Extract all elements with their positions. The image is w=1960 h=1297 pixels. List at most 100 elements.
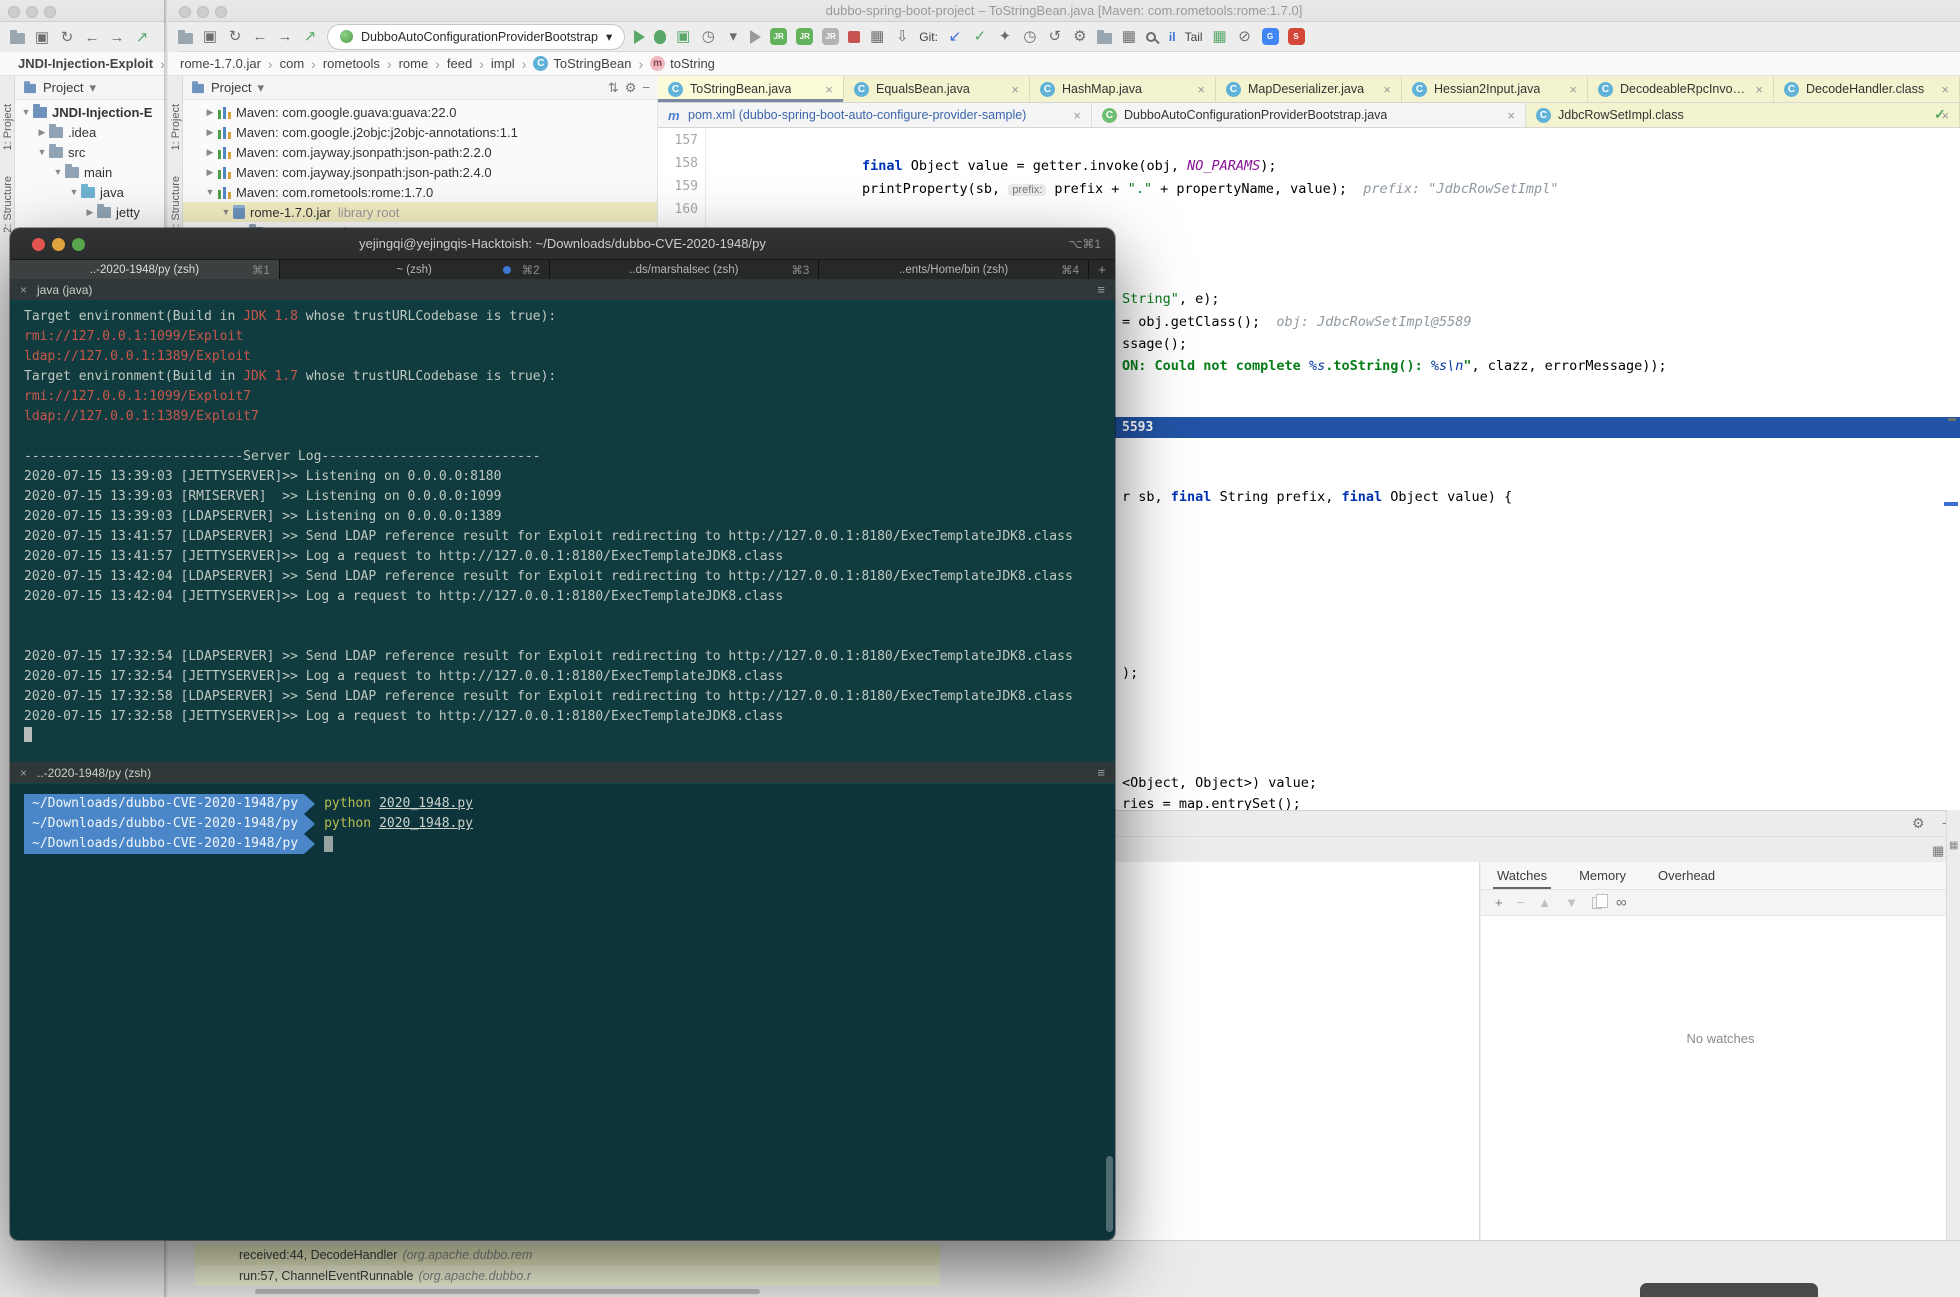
- recent-icon[interactable]: ◷: [1022, 29, 1038, 44]
- close-icon[interactable]: ×: [1383, 82, 1391, 97]
- tree-arrow-icon[interactable]: ▼: [219, 207, 233, 217]
- remove-watch-button[interactable]: −: [1517, 895, 1525, 910]
- tree-item[interactable]: ▼ JNDI-Injection-E: [15, 102, 166, 122]
- zoom-button[interactable]: [215, 6, 227, 18]
- download-sources-icon[interactable]: ⇩: [894, 29, 910, 44]
- chevron-down-icon[interactable]: ▾: [89, 80, 96, 96]
- debug-tab-icon[interactable]: ▦: [1949, 840, 1958, 851]
- terminal-tab[interactable]: ..-2020-1948/py (zsh) ⌘1: [10, 260, 280, 279]
- hide-panel-icon[interactable]: −: [642, 80, 650, 95]
- tool-button-project[interactable]: 1: Project: [2, 104, 14, 150]
- terminal-pane2-header[interactable]: × ..-2020-1948/py (zsh) ≡: [10, 762, 1115, 784]
- project-panel-header[interactable]: Project ▾ ⇅ ⚙ −: [183, 76, 658, 100]
- breadcrumb-item[interactable]: m toString: [650, 56, 715, 71]
- close-icon[interactable]: ×: [1073, 108, 1081, 123]
- scroll-to-source-icon[interactable]: ⇅: [608, 80, 619, 96]
- save-icon[interactable]: ▣: [34, 30, 50, 45]
- plugin-icon[interactable]: il: [1169, 30, 1176, 44]
- jump-to-source-icon[interactable]: ↗: [134, 30, 150, 45]
- breadcrumb-item[interactable]: rome-1.7.0.jar: [180, 56, 261, 71]
- editor-tab[interactable]: m pom.xml (dubbo-spring-boot-auto-configu…: [658, 103, 1092, 127]
- watches-panel[interactable]: No watches: [1481, 916, 1960, 1240]
- tree-item[interactable]: ▶ Maven: com.google.j2objc:j2objc-annotat…: [183, 122, 657, 142]
- editor-tab[interactable]: C JdbcRowSetImpl.class ×: [1526, 103, 1960, 127]
- tail-label[interactable]: Tail: [1185, 30, 1203, 44]
- tree-arrow-icon[interactable]: ▶: [203, 167, 217, 178]
- horizontal-scrollbar[interactable]: [255, 1289, 760, 1294]
- sync-icon[interactable]: ↻: [227, 29, 243, 44]
- run-icon[interactable]: [634, 29, 646, 44]
- evaluate-icon[interactable]: ∞: [1616, 894, 1627, 911]
- editor-tab[interactable]: C Hessian2Input.java ×: [1402, 76, 1588, 102]
- tool-button-structure[interactable]: 2: Structure: [170, 176, 182, 233]
- back-window-titlebar[interactable]: [0, 0, 166, 22]
- terminal-pane2-shell[interactable]: ~/Downloads/dubbo-CVE-2020-1948/py python…: [10, 784, 1115, 1240]
- editor-tab[interactable]: CDecodeableRpcInvocation.class×: [1588, 76, 1774, 102]
- jrebel-run-icon[interactable]: JR: [770, 28, 788, 45]
- editor-tab[interactable]: C ToStringBean.java ×: [658, 76, 844, 102]
- close-icon[interactable]: ×: [20, 283, 27, 297]
- search-icon[interactable]: [1145, 31, 1156, 42]
- terminal-tab[interactable]: ..ents/Home/bin (zsh) ⌘4: [819, 260, 1089, 279]
- back-project-panel-header[interactable]: Project ▾: [15, 76, 166, 100]
- tree-arrow-icon[interactable]: ▼: [35, 147, 49, 157]
- tree-arrow-icon[interactable]: ▼: [51, 167, 65, 177]
- debug-execution-line[interactable]: 5593: [1114, 417, 1960, 438]
- tree-item[interactable]: ▼ main: [15, 162, 166, 182]
- stop-icon[interactable]: [848, 30, 861, 43]
- tree-item[interactable]: ▼ src: [15, 142, 166, 162]
- breadcrumb-item[interactable]: rome: [399, 56, 429, 71]
- tree-arrow-icon[interactable]: ▶: [83, 207, 97, 218]
- layout-icon[interactable]: ▦: [1932, 843, 1944, 859]
- breadcrumb-item[interactable]: C ToStringBean: [533, 56, 631, 71]
- jrebel-debug-icon[interactable]: JR: [796, 28, 814, 45]
- editor-tab[interactable]: C DubboAutoConfigurationProviderBootstrap…: [1092, 103, 1526, 127]
- close-button[interactable]: [179, 6, 191, 18]
- tree-item[interactable]: ▶ Maven: com.google.guava:guava:22.0: [183, 102, 657, 122]
- code-line[interactable]: printProperty(sb, prefix: prefix + "." +…: [862, 178, 1558, 201]
- debug-listener-icon[interactable]: [654, 29, 667, 44]
- open-icon[interactable]: [10, 30, 25, 44]
- run-window-icon[interactable]: ▦: [1121, 29, 1137, 44]
- new-tab-button[interactable]: +: [1089, 260, 1115, 279]
- add-watch-button[interactable]: +: [1495, 895, 1503, 910]
- terminal-tab[interactable]: ..ds/marshalsec (zsh) ⌘3: [549, 260, 820, 279]
- tab-watches[interactable]: Watches: [1493, 862, 1551, 889]
- breadcrumb-item[interactable]: JNDI-Injection-Exploit: [18, 56, 153, 71]
- breadcrumb-item[interactable]: com: [280, 56, 305, 71]
- tab-overhead[interactable]: Overhead: [1654, 862, 1719, 889]
- gear-icon[interactable]: ⚙: [625, 80, 637, 96]
- open-icon[interactable]: [178, 29, 193, 44]
- translate-alt-icon[interactable]: S: [1287, 28, 1305, 45]
- menu-icon[interactable]: ≡: [1097, 282, 1105, 297]
- minimize-button[interactable]: [26, 6, 38, 18]
- forward-icon[interactable]: →: [277, 29, 293, 44]
- star-icon[interactable]: ✦: [997, 29, 1013, 44]
- undo-icon[interactable]: ↺: [1047, 29, 1063, 44]
- stack-frame[interactable]: run:57, ChannelEventRunnable (org.apache.…: [195, 1265, 940, 1286]
- save-icon[interactable]: ▣: [202, 29, 218, 44]
- coverage-icon[interactable]: ▣: [675, 29, 691, 44]
- tree-item[interactable]: ▼ java: [15, 182, 166, 202]
- terminal-window[interactable]: yejingqi@yejingqis-Hacktoish: ~/Download…: [10, 228, 1115, 1240]
- forward-icon[interactable]: →: [109, 30, 125, 45]
- tree-arrow-icon[interactable]: ▶: [203, 107, 217, 118]
- terminal-pane1-output[interactable]: Target environment(Build in JDK 1.8 whos…: [10, 301, 1115, 762]
- breadcrumb-item[interactable]: impl: [491, 56, 515, 71]
- tree-item[interactable]: ▼ Maven: com.rometools:rome:1.7.0: [183, 182, 657, 202]
- terminal-titlebar[interactable]: yejingqi@yejingqis-Hacktoish: ~/Download…: [10, 228, 1115, 260]
- tree-arrow-icon[interactable]: ▼: [19, 107, 33, 117]
- git-update-icon[interactable]: ↙: [947, 29, 963, 44]
- chevron-down-icon[interactable]: ▾: [257, 80, 264, 96]
- commit-icon[interactable]: ✓: [972, 29, 988, 44]
- move-up-button[interactable]: ▲: [1538, 895, 1551, 910]
- settings-wrench-icon[interactable]: ⚙: [1072, 29, 1088, 44]
- code-line[interactable]: final Object value = getter.invoke(obj, …: [862, 155, 1277, 177]
- git-label[interactable]: Git:: [919, 30, 938, 44]
- breadcrumb-item[interactable]: feed: [447, 56, 472, 71]
- duplicate-icon[interactable]: [1591, 893, 1608, 909]
- tree-item[interactable]: ▶ .idea: [15, 122, 166, 142]
- close-button[interactable]: [32, 238, 45, 251]
- back-icon[interactable]: ←: [252, 29, 268, 44]
- close-icon[interactable]: ×: [1507, 108, 1515, 123]
